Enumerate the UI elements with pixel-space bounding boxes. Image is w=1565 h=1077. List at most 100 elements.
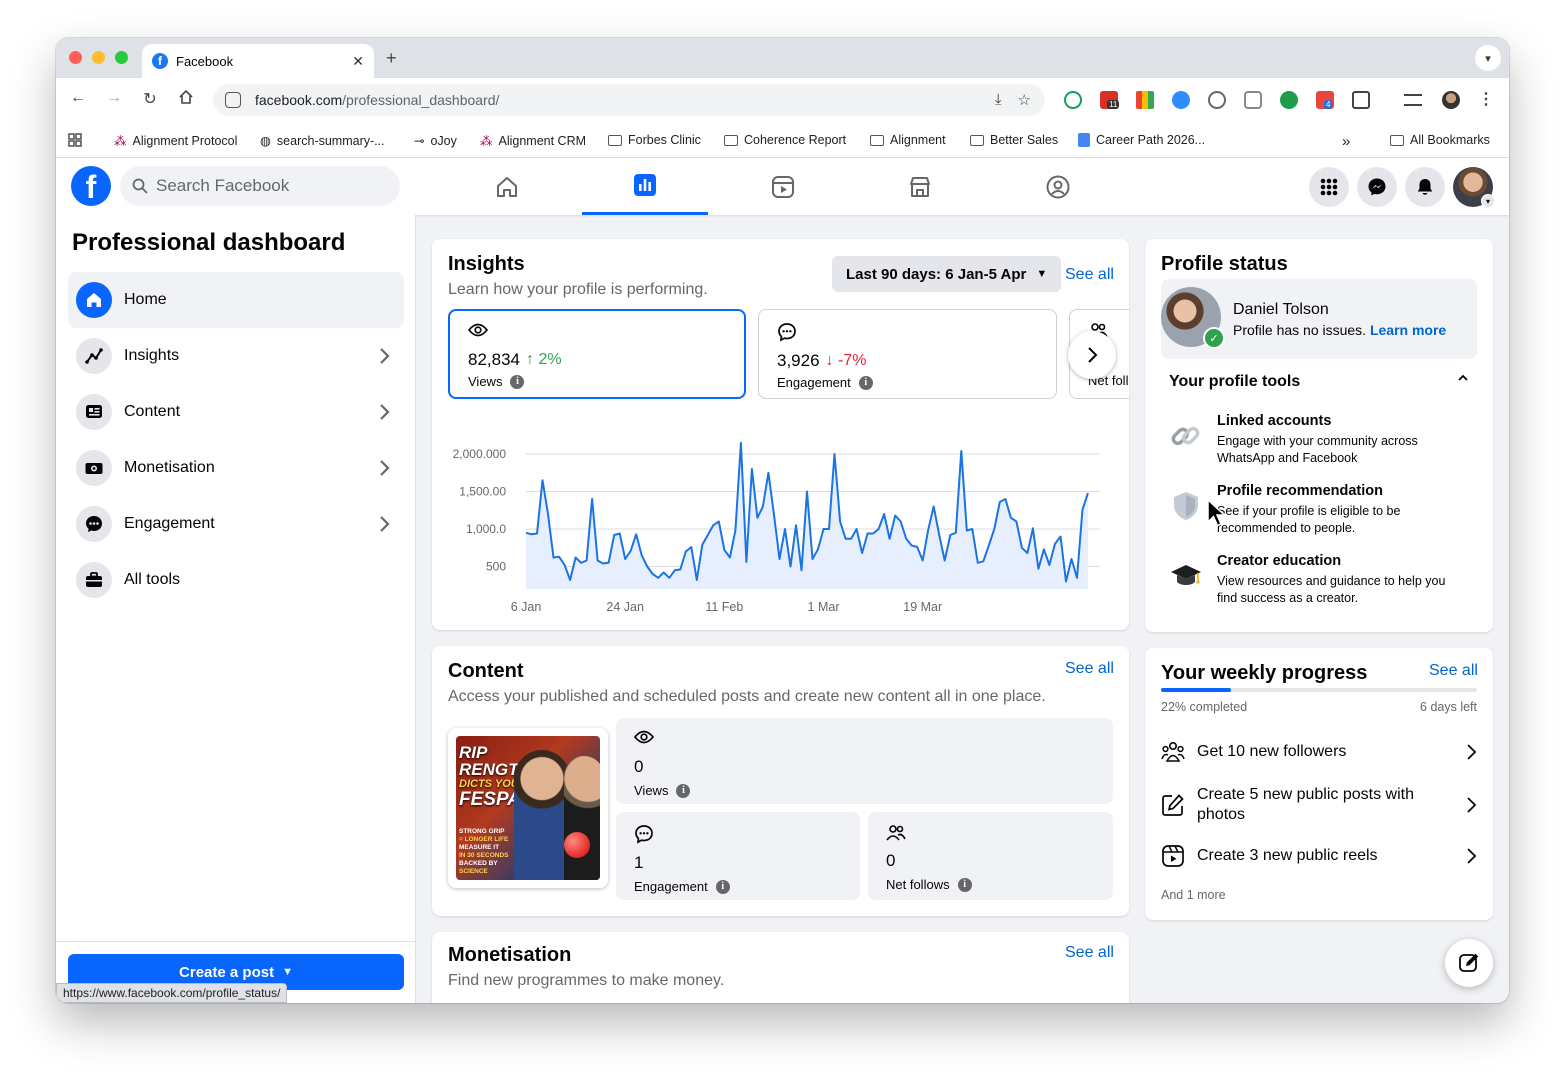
metric-views-card[interactable]: 82,834 ↑ 2% Views i [448,309,746,399]
post-thumbnail[interactable]: RIP RENGTH DICTS YOUR FESPAN STRONG GRIP… [448,728,608,888]
minimize-window-button[interactable] [92,51,105,64]
close-tab-icon[interactable]: ✕ [352,53,364,70]
close-window-button[interactable] [69,51,82,64]
post-image: RIP RENGTH DICTS YOUR FESPAN STRONG GRIP… [456,736,600,880]
check-extension-icon[interactable] [1280,91,1298,109]
notifications-button[interactable] [1405,167,1445,207]
home-icon[interactable] [176,89,196,110]
insights-see-all-link[interactable]: See all [1065,266,1114,284]
forward-icon[interactable]: → [104,89,124,107]
content-see-all-link[interactable]: See all [1065,660,1114,678]
new-tab-button[interactable]: + [386,48,397,69]
sidebar-item-home[interactable]: Home [68,272,404,328]
content-views-label: Views [634,783,669,798]
learn-more-link[interactable]: Learn more [1370,322,1446,338]
weekly-see-all-link[interactable]: See all [1429,662,1478,680]
bookmark-alignment-crm[interactable]: ⁂ Alignment CRM [480,133,586,149]
metric-engagement-card[interactable]: 3,926 ↓ -7% Engagement i [758,309,1057,399]
site-settings-icon[interactable] [225,92,241,108]
info-icon[interactable]: i [510,374,525,389]
people-icon [886,825,906,841]
nav-video-tab[interactable] [720,158,846,215]
facebook-logo[interactable]: f [71,166,111,206]
red-extension-icon[interactable]: 4 [1316,91,1334,109]
caret-down-icon: ▼ [282,966,293,978]
profile-name: Daniel Tolson [1233,301,1329,318]
weekly-item-reels[interactable]: Create 3 new public reels [1161,836,1477,876]
chevron-right-icon [380,516,390,532]
insights-subtitle: Learn how your profile is performing. [448,281,708,298]
monetisation-see-all-link[interactable]: See all [1065,944,1114,962]
sidebar-item-monetisation[interactable]: Monetisation [68,440,404,496]
extension-badge: 4 [1324,100,1333,109]
bookmark-alignment[interactable]: Alignment [870,133,946,147]
bookmark-better-sales[interactable]: Better Sales [970,133,1058,147]
account-chevron-icon[interactable]: ▾ [1481,194,1495,208]
bookmark-alignment-protocol[interactable]: ⁂ Alignment Protocol [114,133,237,149]
nav-groups-tab[interactable] [995,158,1121,215]
all-bookmarks[interactable]: All Bookmarks [1390,133,1490,147]
extensions-puzzle-icon[interactable] [1352,91,1370,109]
info-icon[interactable]: i [858,375,873,390]
nav-marketplace-tab[interactable] [857,158,983,215]
profile-tools-toggle[interactable]: Your profile tools [1169,373,1469,391]
info-icon[interactable]: i [957,877,972,892]
maximize-window-button[interactable] [115,51,128,64]
bookmark-forbes-clinic[interactable]: Forbes Clinic [608,133,701,147]
weekly-item-posts[interactable]: Create 5 new public posts with photos [1161,780,1477,830]
messenger-icon [1368,178,1386,196]
zoom-extension-icon[interactable] [1172,91,1190,109]
x-tick-label: 24 Jan [606,600,644,614]
bookmark-coherence-report[interactable]: Coherence Report [724,133,846,147]
menu-grid-button[interactable] [1309,167,1349,207]
sidebar-item-engagement[interactable]: Engagement [68,496,404,552]
weekly-progress-bar [1161,688,1477,692]
info-icon[interactable]: i [715,879,730,894]
search-box[interactable] [120,166,400,206]
bookmark-ojoy[interactable]: ⊸ oJoy [414,133,457,149]
tab-search-button[interactable]: ▾ [1475,45,1501,71]
browser-menu-icon[interactable]: ⋮ [1476,89,1496,109]
messenger-button[interactable] [1357,167,1397,207]
profile-avatar-icon[interactable] [1442,91,1460,109]
apps-grid-icon[interactable] [68,133,82,147]
carousel-next-button[interactable] [1068,331,1116,379]
shield-extension-icon[interactable] [1244,91,1262,109]
y-tick-label: 1,000.0 [466,522,506,536]
browser-tab[interactable]: f Facebook ✕ [142,44,374,78]
calendar-extension-icon[interactable]: 11 [1100,91,1120,109]
bookmarks-overflow-button[interactable]: » [1342,133,1350,150]
info-icon[interactable]: i [676,783,691,798]
nav-home-tab[interactable] [444,158,570,215]
tool-description: View resources and guidance to help you … [1217,574,1446,605]
reading-list-icon[interactable] [1404,94,1422,106]
grammarly-extension-icon[interactable] [1064,91,1082,109]
url-host: facebook.com [255,92,343,108]
content-net-follows-tile: 0 Net follows i [868,812,1113,900]
nav-dashboard-tab[interactable] [582,158,708,215]
back-icon[interactable]: ← [68,89,88,107]
sidebar-item-all-tools[interactable]: All tools [68,552,404,608]
content-icon [76,394,112,430]
sidebar-item-insights[interactable]: Insights [68,328,404,384]
compose-icon [1459,953,1479,972]
bookmark-career-path[interactable]: Career Path 2026... [1078,133,1205,147]
folder-icon [724,134,738,146]
content-views-tile: 0 Views i [616,718,1113,804]
chevron-right-icon [380,460,390,476]
compose-message-button[interactable] [1445,939,1493,987]
y-tick-label: 1,500.00 [459,485,506,499]
search-input[interactable] [156,176,376,196]
color-extension-icon[interactable] [1136,91,1154,109]
m-extension-icon[interactable] [1208,91,1226,109]
install-app-icon[interactable]: ⤓ [995,91,1002,109]
bookmark-search-summary[interactable]: ◍ search-summary-... [260,133,385,149]
weekly-item-followers[interactable]: Get 10 new followers [1161,732,1477,772]
bookmark-star-icon[interactable]: ☆ [1018,91,1031,109]
weekly-more[interactable]: And 1 more [1161,888,1226,902]
address-bar[interactable]: facebook.com/professional_dashboard/ ⤓ ☆ [213,84,1045,116]
sidebar-item-content[interactable]: Content [68,384,404,440]
weekly-progress-fill [1161,688,1231,692]
reload-icon[interactable]: ↻ [140,89,160,109]
date-range-dropdown[interactable]: Last 90 days: 6 Jan-5 Apr ▼ [832,256,1062,292]
